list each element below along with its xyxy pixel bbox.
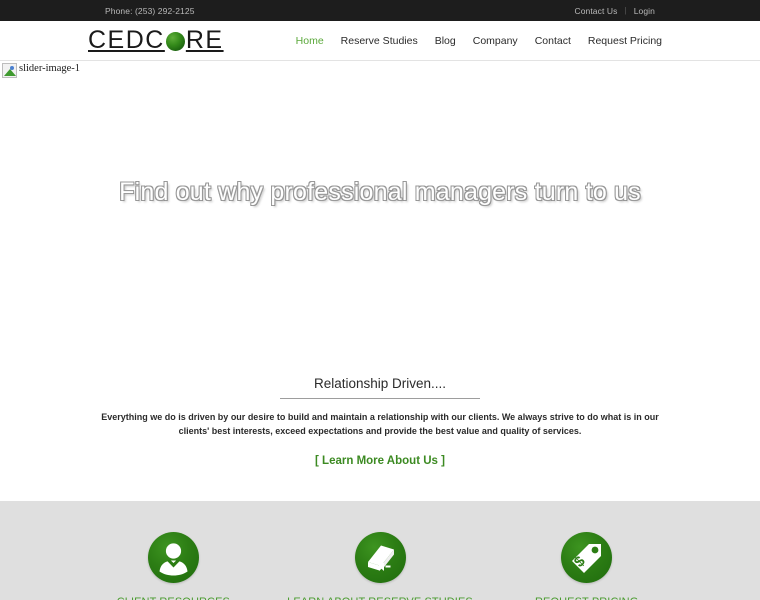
logo-text-right: RE: [185, 26, 224, 54]
feature-card-request-pricing: $ REQUEST PRICING We desire to provide t…: [483, 531, 690, 600]
nav-item-company[interactable]: Company: [473, 35, 518, 47]
contact-us-link[interactable]: Contact Us: [574, 6, 617, 16]
phone-number: Phone: (253) 292-2125: [105, 5, 195, 16]
logo-sphere-icon: [165, 32, 185, 51]
hero-slider: slider-image-1 Find out why professional…: [0, 61, 760, 376]
feature-card-reserve-studies: LEARN ABOUT RESERVE STUDIES A reserve st…: [277, 531, 484, 600]
main-navigation: Home Reserve Studies Blog Company Contac…: [296, 35, 662, 47]
intro-paragraph: Everything we do is driven by our desire…: [101, 412, 659, 436]
feature-card-client-resources: CLIENT RESOURCES Complete the Draft Revi…: [70, 531, 277, 600]
feature-title: LEARN ABOUT RESERVE STUDIES: [285, 596, 476, 600]
features-section: CLIENT RESOURCES Complete the Draft Revi…: [0, 500, 760, 600]
site-logo[interactable]: CEDC RE: [88, 26, 224, 55]
login-link[interactable]: Login: [634, 6, 655, 16]
feature-title: CLIENT RESOURCES: [78, 596, 269, 600]
hero-headline: Find out why professional managers turn …: [119, 178, 641, 206]
learn-more-about-us-link[interactable]: [ Learn More About Us ]: [315, 455, 445, 467]
site-header: CEDC RE Home Reserve Studies Blog Company…: [0, 21, 760, 61]
broken-image-alt-text: slider-image-1: [19, 63, 81, 74]
nav-item-blog[interactable]: Blog: [435, 35, 456, 47]
book-icon: [354, 531, 406, 583]
top-links: Contact Us | Login: [574, 6, 655, 16]
broken-slider-image: slider-image-1: [2, 63, 80, 78]
nav-item-home[interactable]: Home: [296, 35, 324, 47]
intro-heading: Relationship Driven....: [280, 376, 480, 399]
intro-section: Relationship Driven.... Everything we do…: [0, 376, 760, 469]
feature-title: REQUEST PRICING: [491, 596, 682, 600]
nav-item-request-pricing[interactable]: Request Pricing: [588, 35, 662, 47]
user-icon: [147, 531, 199, 583]
price-tag-icon: $: [561, 531, 613, 583]
logo-text-left: CEDC: [88, 26, 165, 54]
nav-item-reserve-studies[interactable]: Reserve Studies: [341, 35, 418, 47]
top-utility-bar: Phone: (253) 292-2125 Contact Us | Login: [0, 0, 760, 21]
nav-item-contact[interactable]: Contact: [535, 35, 571, 47]
broken-image-icon: [2, 63, 17, 78]
link-separator: |: [624, 6, 627, 15]
